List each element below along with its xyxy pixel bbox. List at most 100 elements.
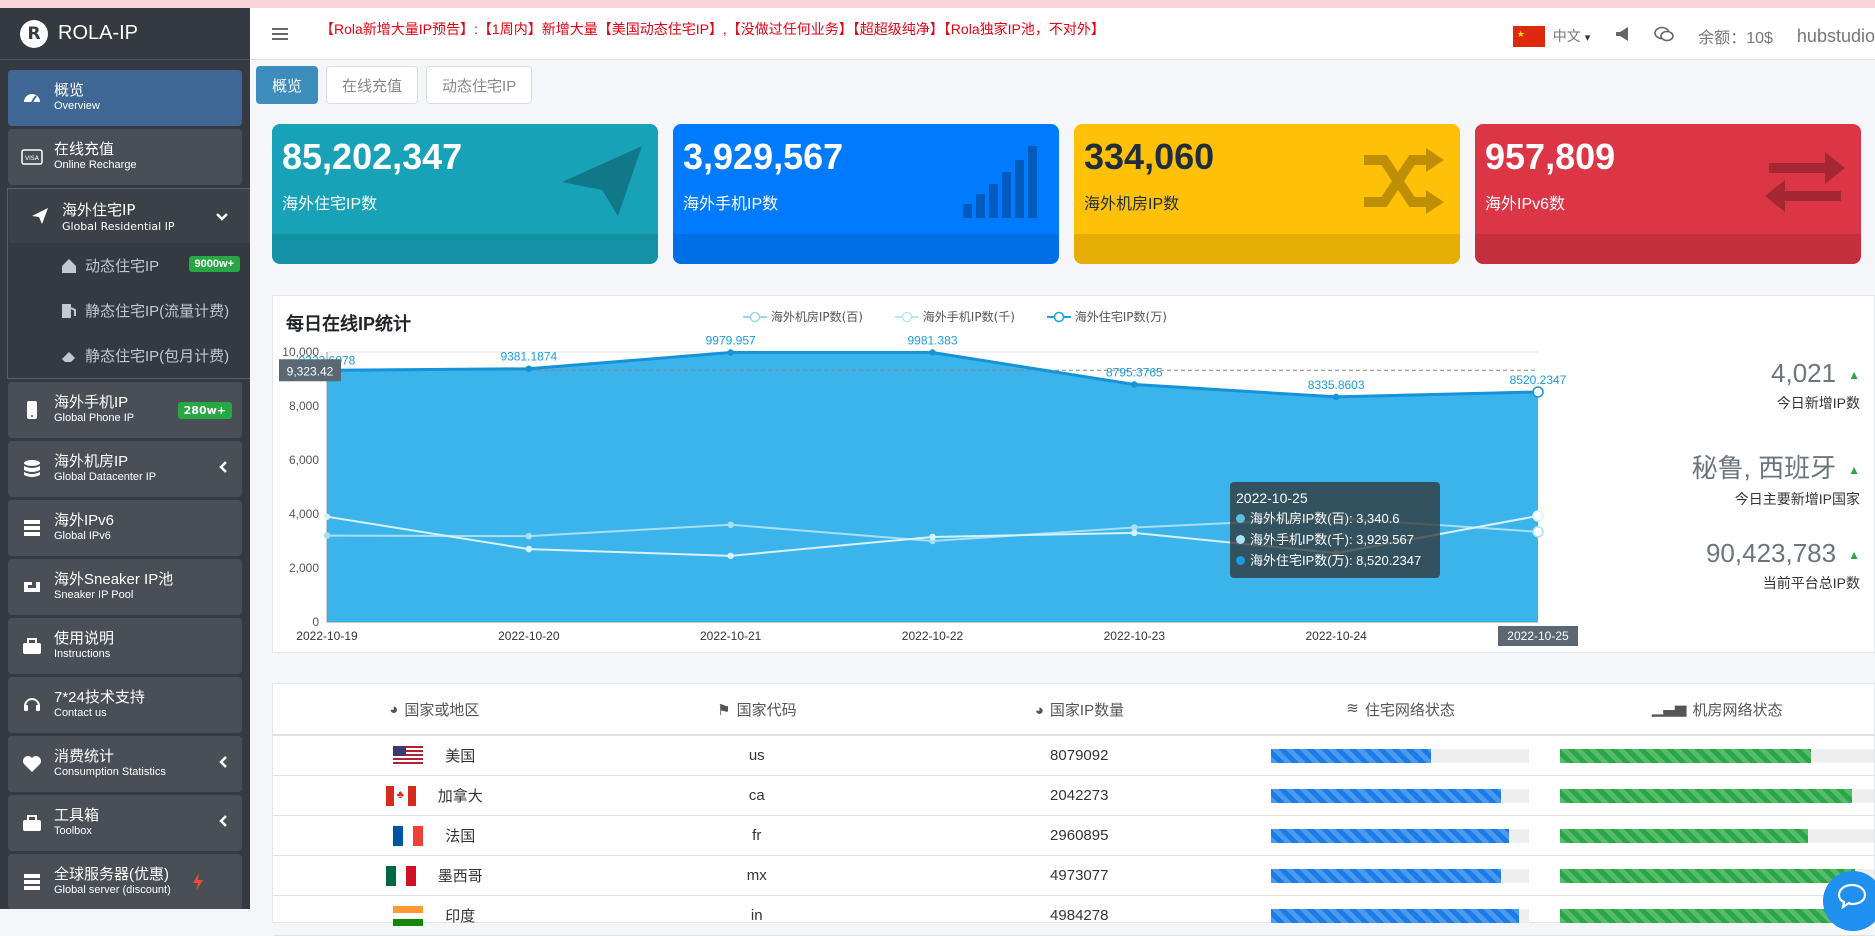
sidebar-item-sneaker-pool[interactable]: 海外Sneaker IP池 Sneaker IP Pool: [8, 559, 242, 615]
submenu-item-static-traffic[interactable]: 静态住宅IP(流量计费): [9, 288, 250, 333]
sidebar-item-sublabel: Contact us: [54, 707, 107, 719]
card-datacenter-ip[interactable]: 334,060 海外机房IP数: [1074, 124, 1460, 264]
country-code: us: [748, 747, 765, 764]
sidebar-item-sublabel: Global server (discount): [54, 884, 171, 896]
chart-tooltip: 2022-10-25 海外机房IP数(百): 3,340.6 海外手机IP数(千…: [1230, 482, 1440, 578]
lightning-icon: [192, 872, 204, 896]
megaphone-icon[interactable]: [1614, 26, 1632, 47]
y-tick-label: 8,000: [289, 399, 319, 413]
sidebar-item-instructions[interactable]: 使用说明 Instructions: [8, 618, 242, 674]
sidebar-item-label: 海外手机IP: [54, 394, 129, 411]
brand[interactable]: R ROLA-IP: [0, 8, 250, 60]
data-point: [1131, 381, 1138, 388]
tab-dynamic-residential[interactable]: 动态住宅IP: [426, 66, 533, 104]
tab-overview[interactable]: 概览: [256, 66, 319, 104]
column-header: 住宅网络状态: [1364, 701, 1455, 719]
residential-status-bar: [1271, 788, 1530, 803]
table-row[interactable]: 墨西哥 mx 4973077: [273, 856, 1874, 896]
ip-count: 8079092: [1050, 747, 1109, 764]
summary-stats: 4,021 ▲ 今日新增IP数 秘鲁, 西班牙 ▲ 今日主要新增IP国家 90,42…: [1574, 296, 1874, 652]
sidebar-item-global-ipv6[interactable]: 海外IPv6 Global IPv6: [8, 500, 242, 556]
sidebar-item-global-residential[interactable]: 海外住宅IP Global Residential IP: [9, 189, 250, 243]
residential-status-bar: [1271, 868, 1530, 883]
data-label: 9381.1874: [500, 350, 557, 364]
tooltip-row: 海外住宅IP数(万): 8,520.2347: [1236, 550, 1434, 571]
canada-flag-icon: ♣: [385, 785, 416, 806]
sidebar-item-sublabel: Online Recharge: [54, 159, 137, 171]
count-badge: 9000w+: [188, 256, 240, 272]
sidebar-item-overview[interactable]: 概览 Overview: [8, 70, 242, 126]
table-row[interactable]: ♣ 加拿大 ca 2042273: [273, 776, 1874, 816]
y-tick-label: 6,000: [289, 453, 319, 467]
card-value: 334,060: [1084, 136, 1215, 177]
top-highlight-strip: [0, 0, 1875, 8]
stat-label: 当前平台总IP数: [1762, 575, 1860, 591]
y-tick-label: 2,000: [289, 561, 319, 575]
database-icon: [14, 459, 50, 479]
sidebar-item-sublabel: Consumption Statistics: [54, 766, 166, 778]
daily-ip-chart-panel: 每日在线IP统计 海外机房IP数(百) 海外手机IP数(千) 海外住宅IP数(万…: [272, 295, 1875, 653]
table-row[interactable]: 法国 fr 2960895: [273, 816, 1874, 856]
card-label: 海外手机IP数: [683, 196, 779, 213]
dashboard-icon: [14, 88, 50, 108]
sidebar-item-global-phone[interactable]: 海外手机IP Global Phone IP 280w+: [8, 382, 242, 438]
card-label: 海外IPv6数: [1485, 196, 1566, 213]
country-code: ca: [748, 787, 765, 804]
residential-submenu: 海外住宅IP Global Residential IP 动态住宅IP 9000w…: [7, 188, 250, 379]
x-tick-label: 2022-10-24: [1305, 629, 1367, 643]
toolbox-icon: [14, 637, 50, 655]
progress-fill: [1271, 748, 1432, 763]
x-tick-label: 2022-10-20: [498, 629, 560, 643]
x-tick-label: 2022-10-22: [902, 629, 964, 643]
server-icon: [14, 873, 50, 891]
page-tabs: 概览 在线充值 动态住宅IP: [250, 8, 540, 104]
ip-count: 2042273: [1050, 787, 1109, 804]
chat-bubble-button[interactable]: [1823, 871, 1875, 931]
ip-count: 2960895: [1050, 827, 1109, 844]
progress-fill: [1560, 748, 1812, 763]
sidebar-item-consumption[interactable]: 消费统计 Consumption Statistics: [8, 736, 242, 792]
country-name: 美国: [445, 748, 476, 765]
signal-icon: [961, 144, 1045, 222]
sidebar-item-global-datacenter[interactable]: 海外机房IP Global Datacenter IP: [8, 441, 242, 497]
card-phone-ip[interactable]: 3,929,567 海外手机IP数: [673, 124, 1059, 264]
brand-logo: R: [20, 19, 48, 48]
card-ipv6[interactable]: 957,809 海外IPv6数: [1475, 124, 1861, 264]
ip-count: 4973077: [1050, 867, 1109, 884]
country-code: fr: [752, 827, 762, 844]
sidebar-nav: 概览 Overview VISA 在线充值 Online Recharge 海外住宅…: [0, 60, 250, 909]
us-flag-icon: [393, 745, 424, 766]
data-point: [1532, 510, 1544, 522]
language-select[interactable]: 中文 ▾: [1553, 26, 1590, 46]
sidebar-item-label: 使用说明: [54, 630, 115, 647]
sidebar-item-tech-support[interactable]: 7*24技术支持 Contact us: [8, 677, 242, 733]
country-code: mx: [746, 867, 767, 884]
table-row[interactable]: 印度 in 4984278: [273, 896, 1874, 936]
card-residential-ip[interactable]: 85,202,347 海外住宅IP数: [272, 124, 658, 264]
balance-text: 余额：10$: [1698, 30, 1773, 47]
column-header: 国家或地区: [404, 701, 480, 719]
sidebar-item-toolbox[interactable]: 工具箱 Toolbox: [8, 795, 242, 851]
caret-up-icon: ▲: [1848, 463, 1860, 478]
tab-online-recharge[interactable]: 在线充值: [326, 66, 419, 104]
username[interactable]: hubstudio: [1797, 26, 1875, 47]
area-chart[interactable]: 02,0004,0006,0008,00010,0002022-10-19 202…: [273, 296, 1593, 654]
card-label: 海外机房IP数: [1084, 196, 1180, 213]
tooltip-row: 海外机房IP数(百): 3,340.6: [1236, 508, 1434, 529]
data-point: [323, 532, 331, 539]
server-icon: [14, 519, 50, 537]
tooltip-row: 海外手机IP数(千): 3,929.567: [1236, 529, 1434, 550]
sidebar-item-label: 7*24技术支持: [54, 689, 145, 706]
data-label: 9979.957: [706, 334, 756, 348]
x-tick-label: 2022-10-23: [1104, 629, 1166, 643]
submenu-item-dynamic-residential[interactable]: 动态住宅IP 9000w+: [9, 243, 250, 288]
sidebar-item-global-server[interactable]: 全球服务器(优惠) Global server (discount): [8, 854, 242, 909]
svg-text:VISA: VISA: [25, 155, 40, 162]
wechat-icon[interactable]: [1654, 26, 1675, 47]
card-footer: [272, 234, 658, 264]
table-row[interactable]: 美国 us 8079092: [273, 736, 1874, 776]
sidebar-item-online-recharge[interactable]: VISA 在线充值 Online Recharge: [8, 129, 242, 185]
submenu-item-static-monthly[interactable]: 静态住宅IP(包月计费): [9, 333, 250, 378]
chevron-down-icon: [216, 207, 228, 226]
progress-fill: [1271, 868, 1501, 883]
